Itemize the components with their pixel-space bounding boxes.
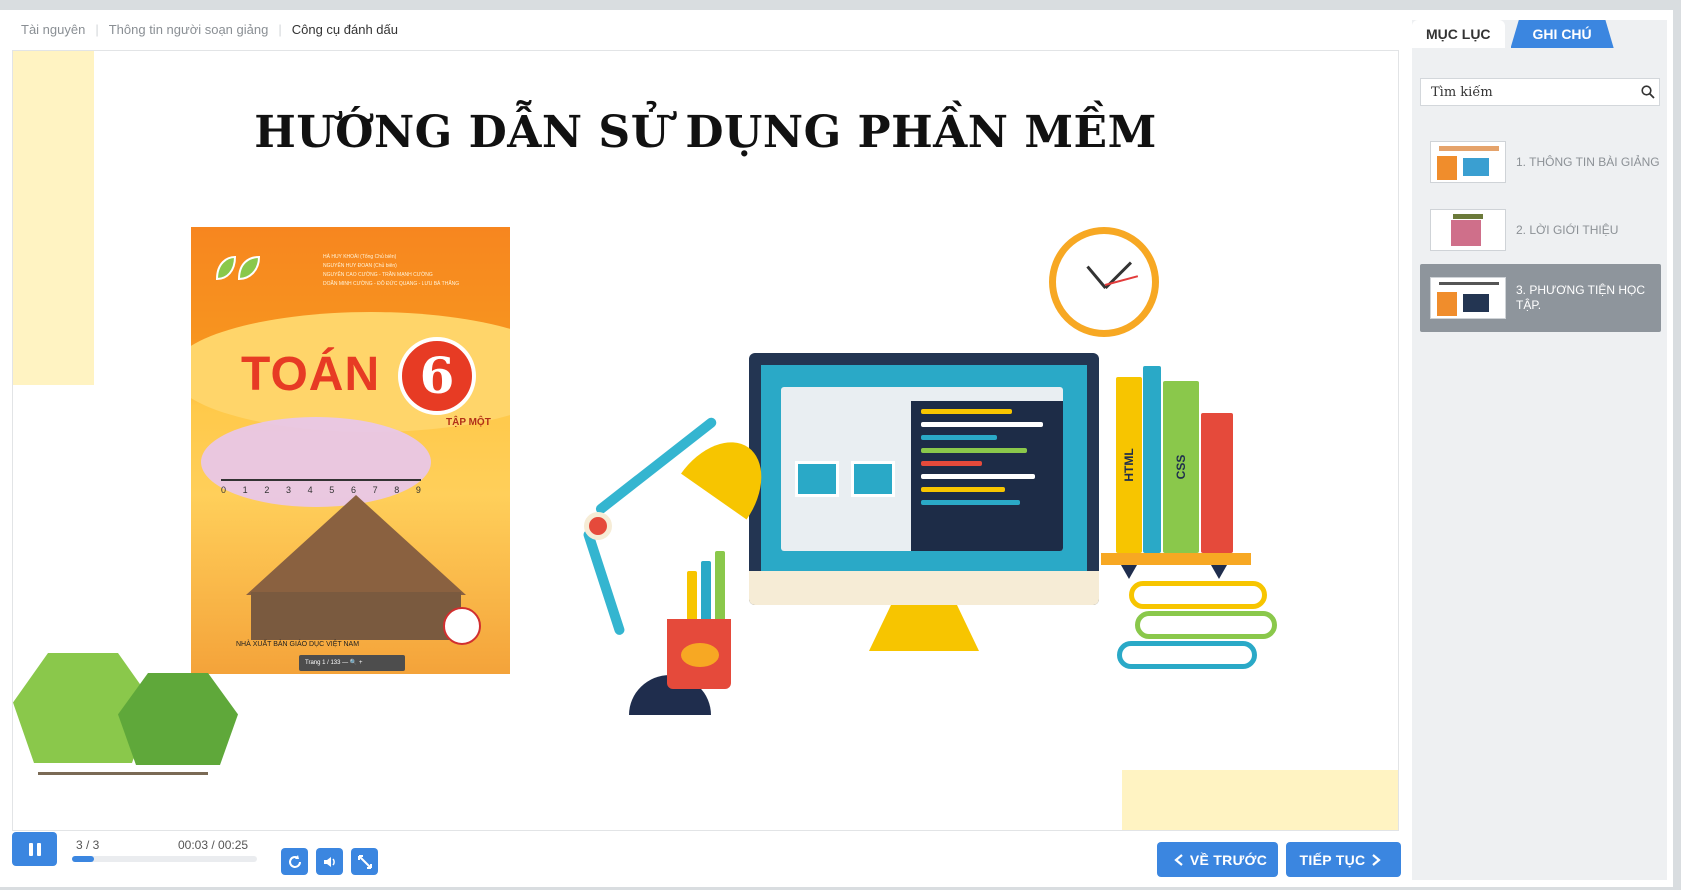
monitor-stand	[869, 605, 979, 651]
book-title: TOÁN	[241, 348, 381, 401]
computer-monitor-illustration	[749, 353, 1099, 605]
book-html: HTML	[1116, 377, 1142, 553]
chevron-right-icon	[1372, 853, 1382, 866]
slide-title: HƯỚNG DẪN SỬ DỤNG PHẦN MỀM	[254, 107, 1157, 158]
stacked-book	[1117, 641, 1257, 669]
search-icon[interactable]	[1637, 85, 1659, 99]
breadcrumb-resources[interactable]: Tài nguyên	[21, 22, 85, 37]
breadcrumb: Tài nguyên | Thông tin người soạn giảng …	[21, 22, 398, 37]
toc-item-label: 2. LỜI GIỚI THIỆU	[1516, 222, 1619, 237]
toc-item-3[interactable]: 3. PHƯƠNG TIỆN HỌC TẬP.	[1420, 264, 1661, 332]
tab-notes[interactable]: GHI CHÚ	[1510, 20, 1614, 48]
search-input[interactable]	[1421, 79, 1637, 105]
previous-button[interactable]: VỀ TRƯỚC	[1157, 842, 1278, 877]
chevron-left-icon	[1174, 853, 1183, 866]
volume-button[interactable]	[316, 848, 343, 875]
app-window: Tài nguyên | Thông tin người soạn giảng …	[0, 10, 1673, 887]
sidebar-tabs: MỤC LỤC GHI CHÚ	[1412, 20, 1614, 48]
clock-icon	[1049, 227, 1159, 337]
book-number: 6	[398, 337, 476, 415]
tab-table-of-contents[interactable]: MỤC LỤC	[1412, 20, 1505, 48]
decor-yellow-block	[1122, 770, 1398, 830]
replay-button[interactable]	[281, 848, 308, 875]
search-box	[1420, 78, 1660, 106]
stacked-book	[1135, 611, 1277, 639]
time-readout: 00:03 / 00:25	[178, 838, 249, 852]
toc-item-label: 1. THÔNG TIN BÀI GIẢNG	[1516, 154, 1660, 169]
browser-window-illustration	[781, 387, 1063, 551]
book-publisher: NHÀ XUẤT BẢN GIÁO DỤC VIỆT NAM	[236, 641, 360, 648]
toc-item-label: 3. PHƯƠNG TIỆN HỌC TẬP.	[1516, 283, 1645, 312]
pause-icon	[28, 842, 33, 856]
toc-item-1[interactable]: 1. THÔNG TIN BÀI GIẢNG	[1420, 128, 1661, 196]
stamp-seal-icon	[443, 607, 481, 645]
slide-thumbnail	[1430, 141, 1506, 183]
sidebar: MỤC LỤC GHI CHÚ 1. THÔNG TIN BÀI GIẢNG	[1412, 20, 1667, 880]
next-button[interactable]: TIẾP TỤC	[1286, 842, 1401, 877]
stilt-house	[251, 592, 461, 640]
breadcrumb-separator: |	[278, 22, 282, 37]
replay-icon	[288, 854, 301, 868]
fullscreen-button[interactable]	[351, 848, 378, 875]
publisher-leaf-logo-icon	[215, 255, 261, 281]
next-label: TIẾP TỤC	[1299, 851, 1366, 868]
breadcrumb-bookmark-tool[interactable]: Công cụ đánh dấu	[292, 22, 398, 37]
breadcrumb-author-info[interactable]: Thông tin người soạn giảng	[109, 22, 269, 37]
textbook-cover: HÀ HUY KHOÁI (Tổng Chủ biên) NGUYỄN HUY …	[191, 227, 510, 674]
volume-icon	[323, 856, 335, 867]
slide-canvas: HƯỚNG DẪN SỬ DỤNG PHẦN MỀM HÀ HUY KHOÁI …	[12, 50, 1399, 831]
slide-counter: 3 / 3	[76, 838, 100, 852]
book-authors: HÀ HUY KHOÁI (Tổng Chủ biên) NGUYỄN HUY …	[323, 254, 460, 287]
fullscreen-icon	[357, 854, 372, 869]
book-pager: Trang 1 / 133 — 🔍 +	[299, 655, 405, 671]
stacked-book	[1129, 581, 1267, 609]
previous-label: VỀ TRƯỚC	[1189, 851, 1268, 868]
book-red	[1201, 413, 1233, 553]
breadcrumb-separator: |	[95, 22, 99, 37]
book-blue	[1143, 366, 1161, 553]
image-icon	[795, 461, 839, 497]
number-line	[221, 479, 421, 481]
book-css: CSS	[1163, 381, 1199, 553]
stilt-house-roof	[246, 495, 466, 595]
code-lines-illustration	[911, 401, 1063, 551]
image-icon	[851, 461, 895, 497]
book-volume: TẬP MỘT	[446, 417, 491, 428]
progress-bar[interactable]	[72, 856, 257, 862]
progress-fill	[72, 856, 95, 862]
pencil-cup-icon	[667, 619, 731, 689]
slide-thumbnail	[1430, 277, 1506, 319]
slide-thumbnail	[1430, 209, 1506, 251]
pause-button[interactable]	[12, 832, 57, 866]
decor-yellow-block	[13, 51, 94, 385]
bookshelf	[1101, 553, 1251, 565]
toc-item-2[interactable]: 2. LỜI GIỚI THIỆU	[1420, 196, 1661, 264]
number-line-labels: 0 1 2 3 4 5 6 7 8 9	[221, 485, 421, 495]
toc-list: 1. THÔNG TIN BÀI GIẢNG 2. LỜI GIỚI THIỆU…	[1420, 128, 1661, 332]
